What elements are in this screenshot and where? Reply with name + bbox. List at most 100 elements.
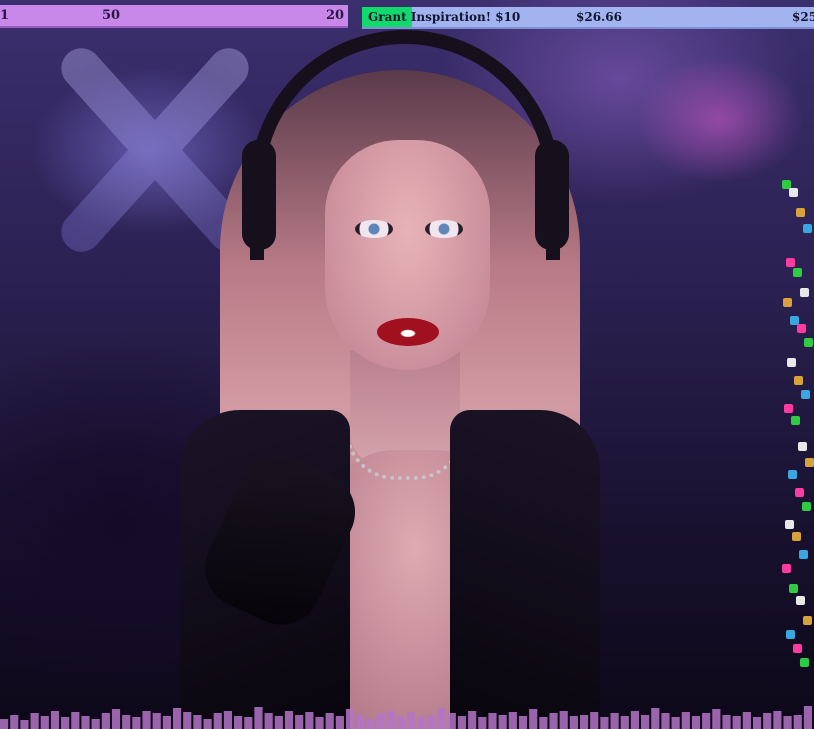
visualizer-bar — [630, 711, 640, 729]
speaker-badge — [782, 564, 791, 573]
check-badge — [791, 416, 800, 425]
visualizer-bar — [223, 711, 233, 729]
visualizer-bar — [641, 715, 650, 729]
visualizer-bar — [569, 716, 578, 729]
sword-badge — [796, 208, 805, 217]
gift-badge — [787, 358, 796, 367]
visualizer-bar — [498, 715, 507, 729]
visualizer-bar — [610, 713, 619, 729]
chat-badges-strip — [782, 180, 814, 680]
visualizer-bar — [783, 716, 792, 729]
streamer — [180, 30, 620, 729]
visualizer-bar — [61, 717, 70, 729]
visualizer-bar — [803, 706, 813, 729]
jacket-right — [450, 410, 600, 729]
speaker-badge — [786, 258, 795, 267]
visualizer-bar — [529, 709, 538, 729]
stream-scene: 1 50 20 Grant Inspiration! $10 $26.66 $2… — [0, 0, 814, 729]
visualizer-bar — [91, 719, 100, 729]
visualizer-bar — [30, 713, 39, 729]
visualizer-bar — [295, 715, 304, 729]
hype-train-amount-2: $25 — [792, 10, 814, 24]
visualizer-bar — [376, 713, 385, 729]
visualizer-bar — [702, 713, 711, 729]
visualizer-bar — [142, 711, 151, 729]
visualizer-bar — [111, 709, 121, 729]
visualizer-bar — [345, 709, 355, 729]
visualizer-bar — [101, 713, 110, 729]
visualizer-bar — [793, 715, 802, 729]
sword-badge — [803, 616, 812, 625]
visualizer-bar — [590, 712, 599, 729]
visualizer-bar — [722, 715, 731, 729]
visualizer-bar — [274, 716, 283, 729]
speaker-badge — [797, 324, 806, 333]
visualizer-bar — [468, 711, 477, 729]
gift-badge — [798, 442, 807, 451]
visualizer-bar — [50, 711, 60, 729]
check-badge — [804, 338, 813, 347]
visualizer-bar — [742, 712, 751, 729]
lips — [377, 318, 439, 346]
streamer-face — [325, 140, 490, 370]
visualizer-bar — [20, 720, 29, 729]
heart-badge — [788, 470, 797, 479]
visualizer-bar — [162, 716, 171, 729]
check-badge — [793, 268, 802, 277]
visualizer-bar — [366, 719, 375, 729]
visualizer-bar — [600, 717, 609, 729]
speaker-badge — [784, 404, 793, 413]
visualizer-bar — [0, 719, 9, 729]
visualizer-bar — [193, 715, 202, 729]
sword-badge — [783, 298, 792, 307]
visualizer-bar — [172, 708, 182, 729]
gift-badge — [796, 596, 805, 605]
visualizer-bar — [264, 713, 273, 729]
visualizer-bar — [651, 708, 660, 729]
heart-badge — [786, 630, 795, 639]
heart-badge — [799, 550, 808, 559]
visualizer-bar — [457, 716, 467, 729]
visualizer-bar — [681, 712, 690, 729]
visualizer-bar — [427, 715, 436, 729]
visualizer-bar — [752, 717, 762, 729]
visualizer-bar — [447, 713, 456, 729]
visualizer-bar — [234, 716, 243, 729]
visualizer-bar — [132, 717, 141, 729]
visualizer-bar — [549, 713, 558, 729]
sword-badge — [805, 458, 814, 467]
hype-train-bar: Grant Inspiration! $10 $26.66 $25 — [362, 7, 814, 29]
check-badge — [800, 658, 809, 667]
visualizer-bar — [518, 716, 528, 729]
visualizer-bar — [620, 716, 629, 729]
visualizer-bar — [732, 716, 741, 729]
heart-badge — [801, 390, 810, 399]
goal-left-value: 1 — [0, 8, 10, 23]
visualizer-bar — [478, 717, 487, 729]
visualizer-bar — [152, 713, 161, 729]
visualizer-bar — [417, 717, 426, 729]
visualizer-bar — [183, 712, 192, 729]
hype-train-amount-1: $26.66 — [576, 10, 622, 24]
headphone-cup-left — [242, 140, 276, 250]
hype-train-title: Grant Inspiration! $10 — [368, 10, 521, 24]
visualizer-bar — [284, 711, 294, 729]
heart-badge — [803, 224, 812, 233]
visualizer-bar — [671, 717, 680, 729]
visualizer-bar — [244, 717, 253, 729]
visualizer-bar — [254, 707, 263, 729]
visualizer-bar — [122, 715, 131, 729]
gift-badge — [789, 188, 798, 197]
visualizer-bar — [508, 712, 517, 729]
visualizer-bar — [386, 711, 395, 729]
visualizer-bar — [203, 719, 212, 729]
visualizer-bar — [559, 711, 568, 729]
speaker-badge — [793, 644, 802, 653]
visualizer-bar — [71, 712, 80, 729]
visualizer-bar — [315, 717, 324, 729]
visualizer-bar — [356, 715, 365, 729]
goal-mid-value: 50 — [102, 8, 121, 23]
visualizer-bar — [691, 716, 701, 729]
goal-right-value: 20 — [326, 8, 345, 23]
visualizer-bar — [213, 713, 222, 729]
